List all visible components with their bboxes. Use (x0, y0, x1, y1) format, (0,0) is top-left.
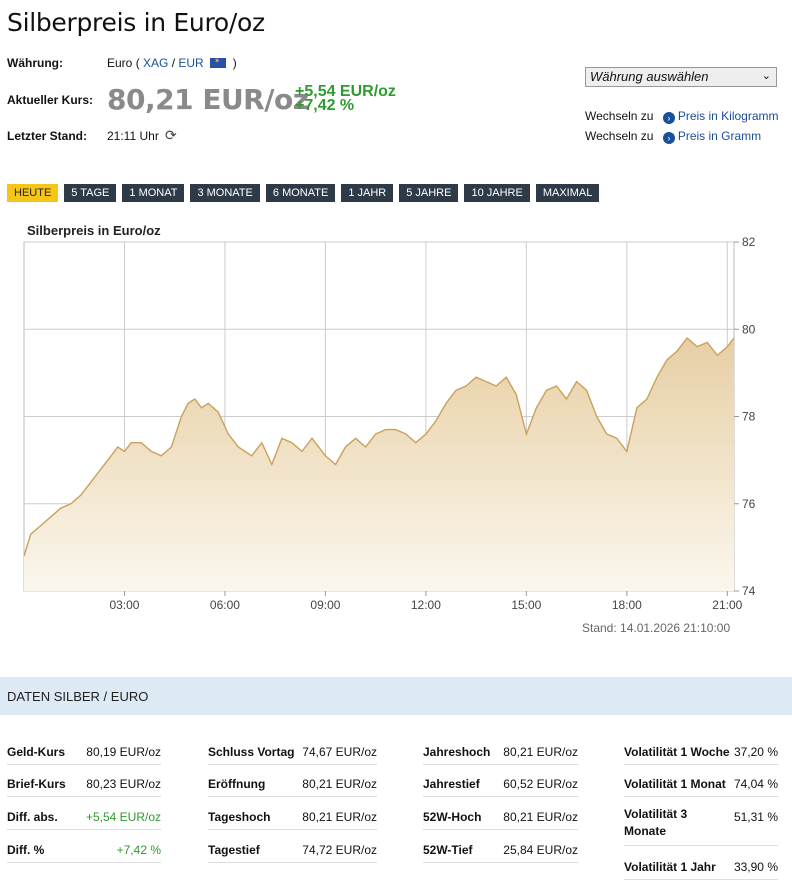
x-tick-label: 09:00 (310, 598, 340, 612)
stat-label: Eröffnung (208, 777, 266, 791)
stat-value: 80,19 EUR/oz (86, 745, 161, 759)
xag-link[interactable]: XAG (143, 56, 168, 70)
stat-value: 25,84 EUR/oz (503, 843, 578, 857)
stat-cell: Diff. abs. +5,54 EUR/oz (7, 807, 161, 830)
tab-5-jahre[interactable]: 5 JAHRE (399, 184, 459, 202)
stat-cell: 52W-Tief 25,84 EUR/oz (423, 840, 578, 863)
stat-cell: Tageshoch 80,21 EUR/oz (208, 807, 377, 830)
stat-value: 33,90 % (733, 860, 778, 874)
tab-3-monate[interactable]: 3 MONATE (190, 184, 260, 202)
stat-value: +5,54 EUR/oz (85, 810, 161, 824)
stat-label: 52W-Tief (423, 843, 473, 857)
stat-cell: Jahrestief 60,52 EUR/oz (423, 774, 578, 797)
stat-label: Schluss Vortag (208, 745, 295, 759)
switch-gram: Wechseln zu › Preis in Gramm (585, 129, 761, 144)
stat-cell: Volatilität 1 Jahr 33,90 % (624, 857, 778, 880)
switch-prefix: Wechseln zu (585, 129, 654, 143)
stat-value: 80,23 EUR/oz (86, 777, 161, 791)
x-tick-label: 06:00 (210, 598, 240, 612)
x-tick-label: 18:00 (612, 598, 642, 612)
stat-cell: Tagestief 74,72 EUR/oz (208, 840, 377, 863)
link-gram[interactable]: Preis in Gramm (678, 129, 761, 143)
tab-maximal[interactable]: MAXIMAL (535, 184, 600, 202)
section-title: DATEN SILBER / EURO (7, 689, 149, 704)
stat-value: 74,72 EUR/oz (302, 843, 377, 857)
stand-value: 21:11 Uhr (107, 129, 159, 143)
stat-label: Tageshoch (208, 810, 271, 824)
arrow-right-icon: › (662, 112, 675, 124)
stat-cell: Brief-Kurs 80,23 EUR/oz (7, 774, 161, 797)
eur-link[interactable]: EUR (178, 56, 203, 70)
tab-5-tage[interactable]: 5 TAGE (64, 184, 117, 202)
change-percent: +7,42 % (295, 97, 355, 114)
x-tick-label: 21:00 (712, 598, 742, 612)
stat-label: Geld-Kurs (7, 745, 66, 759)
switch-prefix: Wechseln zu (585, 109, 654, 123)
tab-10-jahre[interactable]: 10 JAHRE (464, 184, 530, 202)
stat-label: 52W-Hoch (423, 810, 482, 824)
x-tick-label: 12:00 (411, 598, 441, 612)
stat-value: +7,42 % (116, 843, 161, 857)
stat-cell: Volatilität 1 Monat 74,04 % (624, 774, 778, 797)
tab-heute[interactable]: HEUTE (7, 184, 59, 202)
stat-label: Tagestief (208, 843, 260, 857)
stat-label: Volatilität 3 Monate (624, 807, 688, 838)
stat-cell: Volatilität 1 Woche 37,20 % (624, 742, 778, 765)
stat-value: 74,04 % (733, 777, 778, 791)
x-tick-label: 15:00 (511, 598, 541, 612)
stat-cell: Schluss Vortag 74,67 EUR/oz (208, 742, 377, 765)
kurs-label: Aktueller Kurs: (7, 93, 94, 107)
stat-cell: Jahreshoch 80,21 EUR/oz (423, 742, 578, 765)
y-tick-label: 74 (742, 584, 756, 598)
stat-label: Volatilität 1 Jahr (624, 860, 716, 874)
stat-cell: Geld-Kurs 80,19 EUR/oz (7, 742, 161, 765)
section-header: DATEN SILBER / EURO (0, 677, 792, 715)
tab-6-monate[interactable]: 6 MONATE (265, 184, 336, 202)
tab-1-jahr[interactable]: 1 JAHR (341, 184, 394, 202)
refresh-icon[interactable]: ⟳ (165, 127, 177, 144)
tab-1-monat[interactable]: 1 MONAT (122, 184, 185, 202)
stat-cell: Eröffnung 80,21 EUR/oz (208, 774, 377, 797)
stat-label: Volatilität 1 Woche (624, 745, 730, 759)
stat-value: 51,31 % (733, 810, 778, 824)
x-tick-label: 03:00 (109, 598, 139, 612)
stat-value: 74,67 EUR/oz (302, 745, 377, 759)
y-tick-label: 76 (742, 497, 756, 511)
stat-cell: 52W-Hoch 80,21 EUR/oz (423, 807, 578, 830)
stat-label: Diff. abs. (7, 810, 58, 824)
stat-value: 80,21 EUR/oz (503, 745, 578, 759)
eu-flag-icon (210, 57, 227, 68)
waehrung-label: Währung: (7, 56, 63, 70)
stat-label: Diff. % (7, 843, 45, 857)
stat-value: 80,21 EUR/oz (302, 810, 377, 824)
waehrung-name: Euro (107, 56, 133, 70)
stat-label: Volatilität 1 Monat (624, 777, 726, 791)
stat-value: 80,21 EUR/oz (302, 777, 377, 791)
stat-label: Brief-Kurs (7, 777, 66, 791)
page-title: Silberpreis in Euro/oz (7, 8, 265, 37)
stand-label: Letzter Stand: (7, 129, 88, 143)
price-chart: 74 76 78 80 82 03:00 06:00 09:00 12:00 15:00 18:00… (23, 235, 756, 612)
current-price: 80,21 EUR/oz (107, 83, 309, 116)
stat-cell: Volatilität 3 Monate 51,31 % (624, 807, 778, 846)
arrow-right-icon: › (662, 132, 675, 144)
stat-cell: Diff. % +7,42 % (7, 840, 161, 863)
stat-label: Jahrestief (423, 777, 480, 791)
y-tick-label: 80 (742, 322, 756, 336)
stat-label: Jahreshoch (423, 745, 491, 759)
chevron-down-icon: ⌄ (761, 70, 771, 82)
stat-value: 60,52 EUR/oz (503, 777, 578, 791)
currency-select-value: Währung auswählen (590, 69, 709, 84)
timeframe-tabs: HEUTE 5 TAGE 1 MONAT 3 MONATE 6 MONATE 1… (7, 184, 600, 202)
y-tick-label: 78 (742, 410, 756, 424)
stat-value: 80,21 EUR/oz (503, 810, 578, 824)
chart-timestamp: Stand: 14.01.2026 21:10:00 (582, 621, 731, 635)
link-kilogram[interactable]: Preis in Kilogramm (678, 109, 779, 123)
waehrung-value: Euro ( XAG / EUR ) (107, 56, 237, 70)
currency-select[interactable]: Währung auswählen ⌄ (585, 67, 777, 87)
stat-value: 37,20 % (733, 745, 778, 759)
y-tick-label: 82 (742, 235, 756, 249)
switch-kilogram: Wechseln zu › Preis in Kilogramm (585, 109, 779, 124)
